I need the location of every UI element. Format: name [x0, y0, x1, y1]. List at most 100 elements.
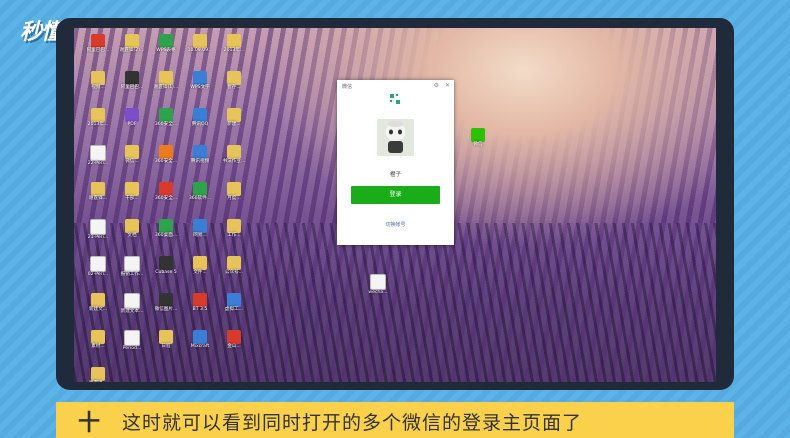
desktop-icon[interactable]: 网易... [182, 219, 218, 239]
desktop-icon[interactable]: 谢霆锋(2)... [114, 34, 150, 54]
desktop-icon-label: wecha... [368, 290, 388, 295]
desktop-icon[interactable]: PDF [114, 108, 150, 128]
desktop-icon[interactable]: 腾讯视频 [182, 145, 218, 165]
desktop-icon[interactable]: 360安全... [148, 182, 184, 202]
desktop-icon[interactable]: 360安全... [148, 145, 184, 165]
desktop-icon-label: 谢霆锋(2)... [119, 48, 145, 53]
desktop-icon-label: Mixcraft [190, 344, 210, 349]
desktop-icon[interactable]: 素材... [80, 330, 116, 350]
desktop-icon-label: 日程 [161, 344, 171, 349]
desktop-icon[interactable]: wecha... [360, 274, 396, 296]
desktop-icon[interactable]: 视频... [80, 71, 116, 91]
app-icon [159, 182, 173, 196]
desktop-icon-label: 21-Peri... [87, 235, 109, 240]
app-icon [159, 108, 173, 122]
desktop-icon-label: 02-Peri... [87, 272, 109, 277]
desktop-icon[interactable]: 新建文本... [114, 293, 150, 315]
desktop-icon[interactable]: 阿里巴巴... [114, 71, 150, 91]
desktop-icon-label: 报销工作... [120, 272, 144, 277]
switch-account-link[interactable]: 切换帐号 [337, 221, 454, 228]
desktop-icon-label: 干部... [125, 196, 139, 201]
desktop-icon[interactable]: 2013年... [80, 108, 116, 128]
desktop-icon[interactable]: 2013年... [216, 34, 252, 54]
desktop-icon[interactable]: 书法作业... [216, 145, 252, 165]
desktop-icon[interactable]: 微信图片... [148, 293, 184, 313]
desktop-icon-label: WPS文字 [190, 85, 210, 90]
desktop-icon-label: 文档 [127, 233, 137, 238]
username: 橙子 [389, 172, 401, 178]
gear-icon[interactable]: ⚙ [434, 82, 439, 89]
desktop-icon[interactable]: 文档 [114, 219, 150, 239]
folder-icon [227, 108, 241, 122]
folder-icon [193, 256, 207, 270]
caption-text: 这时就可以看到同时打开的多个微信的登录主页面了 [122, 412, 583, 434]
folder-icon [125, 34, 139, 48]
desktop-icon[interactable]: 虚拟工... [216, 293, 252, 313]
app-icon [193, 145, 207, 159]
desktop-icon[interactable]: 新建... [216, 108, 252, 128]
desktop-icon[interactable]: 工作... [216, 219, 252, 239]
app-icon [193, 219, 207, 233]
folder-icon [91, 182, 105, 196]
app-icon [193, 330, 207, 344]
close-icon[interactable]: ✕ [445, 82, 450, 89]
folder-icon [125, 219, 139, 233]
desktop-icon-label: 谢霆锋... [88, 196, 108, 201]
desktop-icon-label: PDF [127, 122, 137, 127]
folder-icon [227, 71, 241, 85]
desktop-icon-label: 新建... [227, 122, 241, 127]
desktop-icon[interactable]: WPS文字 [182, 71, 218, 91]
login-button[interactable]: 登录 [351, 186, 440, 204]
qr-code-icon[interactable] [389, 93, 401, 105]
desktop-icon[interactable]: 文件... [182, 256, 218, 276]
desktop-icon[interactable]: 暂存... [216, 71, 252, 91]
desktop-icon-label: BT 3.5 [192, 307, 208, 312]
desktop-icon[interactable]: 干部... [114, 182, 150, 202]
app-icon [193, 71, 207, 85]
desktop-icon[interactable]: 21-Peri... [80, 219, 116, 241]
folder-icon [91, 108, 105, 122]
desktop-icon-label: 月度... [227, 196, 241, 201]
desktop-icon-label: 谢霆锋(1)... [153, 85, 179, 90]
desktop-icon-label: WPS表格 [156, 48, 176, 53]
app-icon [91, 34, 105, 48]
desktop-icon[interactable]: 金山... [216, 330, 252, 350]
desktop-icon-label: Period... [122, 346, 142, 351]
desktop-icon[interactable]: 02-Peri... [80, 256, 116, 278]
folder-icon [125, 145, 139, 159]
desktop-icon[interactable]: 谢霆锋(1)... [148, 71, 184, 91]
desktop-icon[interactable]: 微信... [114, 145, 150, 165]
folder-icon [193, 34, 207, 48]
desktop-icon-label: 文件... [193, 270, 207, 275]
desktop-icon[interactable]: Period... [114, 330, 150, 352]
desktop-icon[interactable]: 谢霆锋... [80, 182, 116, 202]
desktop-icon[interactable]: WPS表格 [148, 34, 184, 54]
desktop-icon[interactable]: 360安全... [148, 108, 184, 128]
document-icon [124, 330, 140, 346]
document-icon [124, 256, 140, 272]
desktop-icon[interactable]: BT 3.5 [182, 293, 218, 313]
desktop-icon[interactable]: 360软件... [182, 182, 218, 202]
desktop-icon-label: 工作... [227, 233, 241, 238]
desktop-icon[interactable]: 日程 [148, 330, 184, 350]
desktop-icon[interactable]: 公众号... [216, 256, 252, 276]
document-icon [90, 145, 106, 161]
desktop-icon-label: 微信... [125, 159, 139, 164]
desktop-icon[interactable]: Mixcraft [182, 330, 218, 350]
folder-icon [227, 182, 241, 196]
desktop-icon[interactable]: 360桌面... [148, 219, 184, 239]
desktop-icon[interactable]: 微信 [460, 128, 496, 148]
window-controls: ⚙ ✕ [428, 82, 450, 89]
desktop-icon[interactable]: 新建文... [80, 293, 116, 313]
window-title: 微信 [342, 84, 353, 90]
folder-icon [125, 182, 139, 196]
desktop-icon[interactable]: 谢霆锋... [80, 367, 116, 382]
folder-icon [159, 71, 173, 85]
desktop-icon[interactable]: 报销工作... [114, 256, 150, 278]
desktop-icon[interactable]: Cubase 5 [148, 256, 184, 276]
desktop-icon[interactable]: 10.09.09... [182, 34, 218, 54]
desktop-icon[interactable]: 阿里巴巴... [80, 34, 116, 54]
desktop-icon[interactable]: 腾讯QQ [182, 108, 218, 128]
desktop-icon[interactable]: 22-Peri... [80, 145, 116, 167]
desktop-icon[interactable]: 月度... [216, 182, 252, 202]
